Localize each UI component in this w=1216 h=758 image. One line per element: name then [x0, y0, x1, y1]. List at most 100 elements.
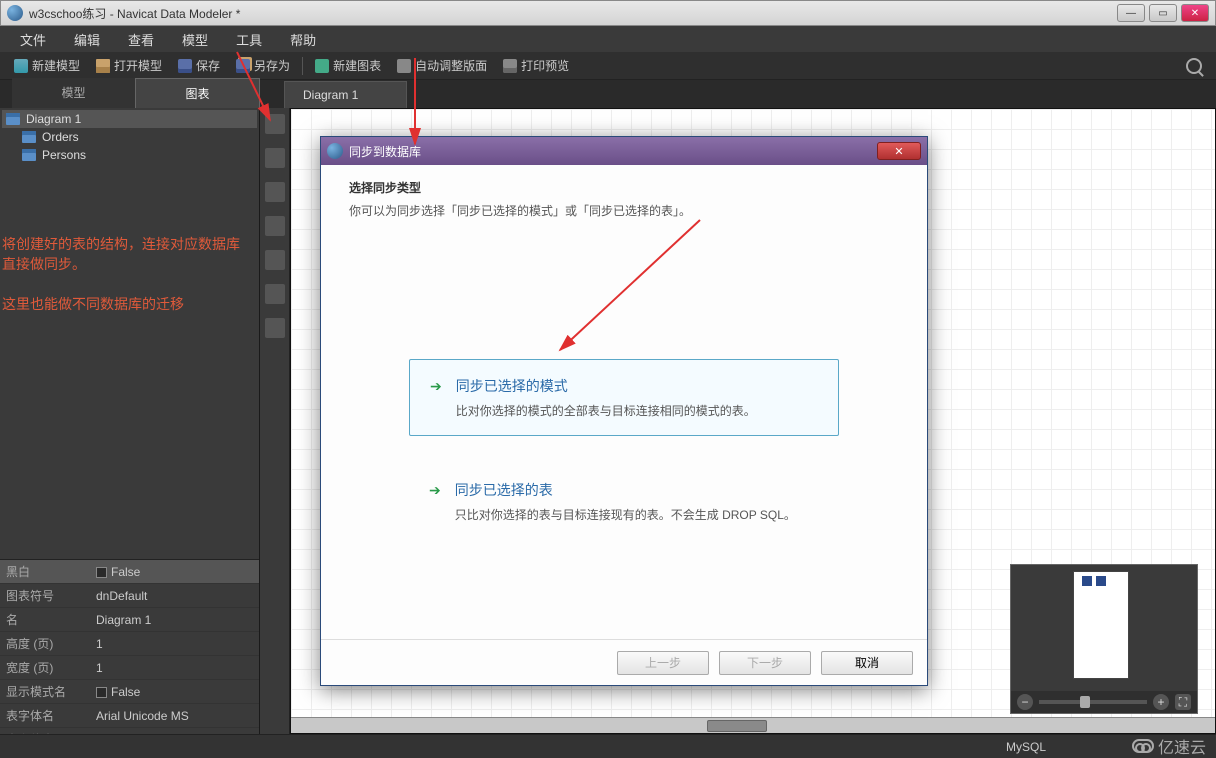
sidebar-tab-diagram[interactable]: 图表	[135, 78, 260, 108]
tool-note[interactable]	[265, 284, 285, 304]
tool-image[interactable]	[265, 318, 285, 338]
zoom-fit-button[interactable]: ⛶	[1175, 694, 1191, 710]
option-title: 同步已选择的表	[455, 480, 796, 500]
prop-row[interactable]: 表字体名Arial Unicode MS	[0, 704, 259, 728]
tree-root-label: Diagram 1	[26, 112, 81, 126]
zoom-controls: − + ⛶	[1011, 691, 1197, 713]
watermark-icon	[1132, 739, 1154, 753]
app-icon	[7, 5, 23, 21]
menu-model[interactable]: 模型	[168, 26, 222, 53]
sidebar: Diagram 1 Orders Persons 将创建好的表的结构，连接对应数…	[0, 108, 260, 734]
dialog-close-button[interactable]: ✕	[877, 142, 921, 160]
tree-item[interactable]: Persons	[2, 146, 257, 164]
dialog-heading: 选择同步类型	[349, 179, 899, 196]
prop-row[interactable]: 名Diagram 1	[0, 608, 259, 632]
tree-item-label: Orders	[42, 130, 79, 144]
prev-button[interactable]: 上一步	[617, 651, 709, 675]
vertical-toolbar	[260, 108, 290, 734]
tabstrip: 模型 图表 Diagram 1	[0, 80, 1216, 108]
new-model-icon	[14, 59, 28, 73]
tool-view[interactable]	[265, 216, 285, 236]
tb-new-model-label: 新建模型	[32, 57, 80, 74]
scrollbar-thumb[interactable]	[707, 720, 767, 732]
prop-row[interactable]: 显示模式名False	[0, 680, 259, 704]
toolbar: 新建模型 打开模型 保存 另存为 新建图表 自动调整版面 打印预览	[0, 52, 1216, 80]
close-button[interactable]: ✕	[1181, 4, 1209, 22]
diagram-icon	[6, 113, 20, 125]
minimize-button[interactable]: —	[1117, 4, 1145, 22]
tb-save-label: 保存	[196, 57, 220, 74]
save-as-icon	[236, 59, 250, 73]
tb-print-preview[interactable]: 打印预览	[495, 55, 577, 76]
zoom-slider[interactable]	[1039, 700, 1147, 704]
tool-pointer[interactable]	[265, 114, 285, 134]
annotation-text: 将创建好的表的结构，连接对应数据库 直接做同步。 这里也能做不同数据库的迁移	[2, 234, 240, 314]
checkbox-icon[interactable]	[96, 567, 107, 578]
window-controls: — ▭ ✕	[1117, 4, 1209, 22]
tb-search[interactable]	[1178, 56, 1210, 76]
option-desc: 只比对你选择的表与目标连接现有的表。不会生成 DROP SQL。	[455, 506, 796, 523]
sync-option-schema[interactable]: ➔ 同步已选择的模式 比对你选择的模式的全部表与目标连接相同的模式的表。	[409, 359, 839, 436]
menu-view[interactable]: 查看	[114, 26, 168, 53]
minimap: − + ⛶	[1010, 564, 1198, 714]
zoom-in-button[interactable]: +	[1153, 694, 1169, 710]
zoom-slider-thumb[interactable]	[1080, 696, 1090, 708]
table-icon	[22, 149, 36, 161]
checkbox-icon[interactable]	[96, 687, 107, 698]
diagram-tree: Diagram 1 Orders Persons 将创建好的表的结构，连接对应数…	[0, 108, 259, 559]
tb-auto-layout-label: 自动调整版面	[415, 57, 487, 74]
arrow-right-icon: ➔	[429, 482, 441, 523]
status-bar: MySQL	[0, 734, 1216, 758]
dialog-title: 同步到数据库	[349, 143, 877, 160]
cancel-button[interactable]: 取消	[821, 651, 913, 675]
tb-save[interactable]: 保存	[170, 55, 228, 76]
window-titlebar: w3cschoo练习 - Navicat Data Modeler * — ▭ …	[0, 0, 1216, 26]
properties-table: 黑白False 图表符号dnDefault 名Diagram 1 高度 (页)1…	[0, 560, 259, 752]
dialog-icon	[327, 143, 343, 159]
prop-row[interactable]: 黑白False	[0, 560, 259, 584]
sidebar-tabs: 模型 图表	[12, 78, 260, 108]
status-db: MySQL	[1006, 740, 1046, 754]
tb-open-model[interactable]: 打开模型	[88, 55, 170, 76]
tb-new-model[interactable]: 新建模型	[6, 55, 88, 76]
save-icon	[178, 59, 192, 73]
watermark-text: 亿速云	[1158, 734, 1206, 758]
horizontal-scrollbar[interactable]	[291, 717, 1215, 733]
watermark: 亿速云	[1132, 734, 1206, 758]
next-button[interactable]: 下一步	[719, 651, 811, 675]
auto-layout-icon	[397, 59, 411, 73]
menu-help[interactable]: 帮助	[276, 26, 330, 53]
option-desc: 比对你选择的模式的全部表与目标连接相同的模式的表。	[456, 402, 756, 419]
menu-edit[interactable]: 编辑	[60, 26, 114, 53]
dialog-subtext: 你可以为同步选择「同步已选择的模式」或「同步已选择的表」。	[349, 202, 899, 219]
properties-panel: 黑白False 图表符号dnDefault 名Diagram 1 高度 (页)1…	[0, 559, 259, 734]
maximize-button[interactable]: ▭	[1149, 4, 1177, 22]
diagram-tab[interactable]: Diagram 1	[284, 81, 407, 108]
dialog-body: 选择同步类型 你可以为同步选择「同步已选择的模式」或「同步已选择的表」。 ➔ 同…	[321, 165, 927, 639]
tb-new-diagram[interactable]: 新建图表	[307, 55, 389, 76]
tb-save-as[interactable]: 另存为	[228, 55, 298, 76]
prop-row[interactable]: 高度 (页)1	[0, 632, 259, 656]
menu-tools[interactable]: 工具	[222, 26, 276, 53]
zoom-out-button[interactable]: −	[1017, 694, 1033, 710]
dialog-titlebar: 同步到数据库 ✕	[321, 137, 927, 165]
minimap-page[interactable]	[1073, 571, 1129, 679]
sync-option-tables[interactable]: ➔ 同步已选择的表 只比对你选择的表与目标连接现有的表。不会生成 DROP SQ…	[409, 464, 839, 539]
search-icon	[1186, 58, 1202, 74]
minimap-table	[1082, 576, 1092, 586]
prop-row[interactable]: 图表符号dnDefault	[0, 584, 259, 608]
menu-file[interactable]: 文件	[6, 26, 60, 53]
tool-hand[interactable]	[265, 148, 285, 168]
tool-table[interactable]	[265, 182, 285, 202]
tree-root[interactable]: Diagram 1	[2, 110, 257, 128]
table-icon	[22, 131, 36, 143]
tree-item[interactable]: Orders	[2, 128, 257, 146]
option-title: 同步已选择的模式	[456, 376, 756, 396]
tool-relation[interactable]	[265, 250, 285, 270]
tb-auto-layout[interactable]: 自动调整版面	[389, 55, 495, 76]
tb-new-diagram-label: 新建图表	[333, 57, 381, 74]
prop-row[interactable]: 宽度 (页)1	[0, 656, 259, 680]
sidebar-tab-model[interactable]: 模型	[12, 78, 135, 108]
minimap-table	[1096, 576, 1106, 586]
tb-open-model-label: 打开模型	[114, 57, 162, 74]
